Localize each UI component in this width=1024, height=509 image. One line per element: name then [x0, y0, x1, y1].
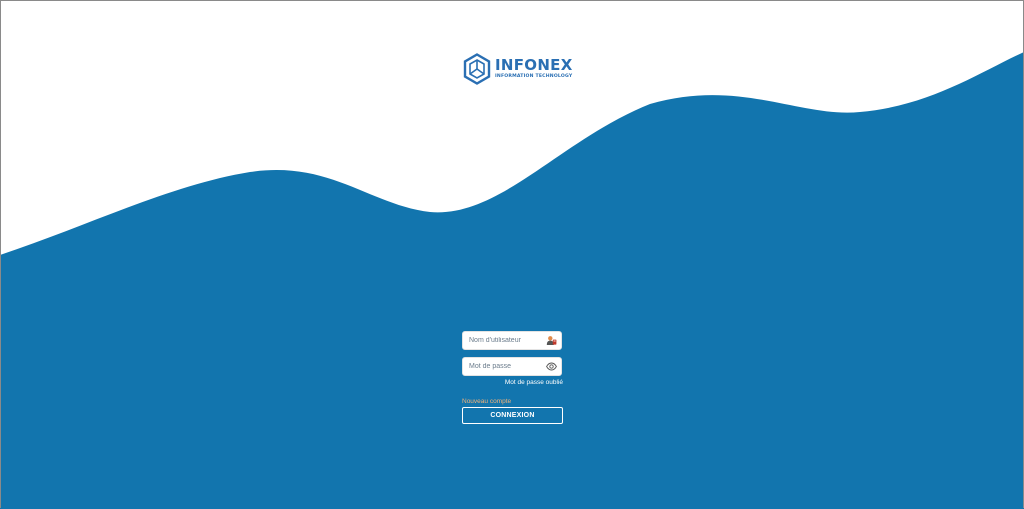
- user-badge-icon: [546, 336, 557, 345]
- brand-logo: INFONEX INFORMATION TECHNOLOGY: [463, 53, 573, 85]
- password-field-wrapper: [462, 357, 562, 376]
- username-field-wrapper: [462, 331, 562, 350]
- forgot-password-link[interactable]: Mot de passe oublié: [462, 379, 563, 386]
- password-input[interactable]: [469, 363, 545, 370]
- hexagon-logo-icon: [463, 53, 491, 85]
- username-input[interactable]: [469, 337, 545, 344]
- wave-shape: [0, 52, 1024, 509]
- brand-text: INFONEX INFORMATION TECHNOLOGY: [495, 58, 573, 80]
- new-account-link[interactable]: Nouveau compte: [462, 398, 563, 405]
- login-button[interactable]: CONNEXION: [462, 407, 563, 424]
- brand-name: INFONEX: [495, 56, 573, 75]
- brand-tagline: INFORMATION TECHNOLOGY: [495, 74, 573, 80]
- login-form: Mot de passe oublié Nouveau compte CONNE…: [462, 331, 563, 424]
- eye-icon[interactable]: [546, 361, 557, 372]
